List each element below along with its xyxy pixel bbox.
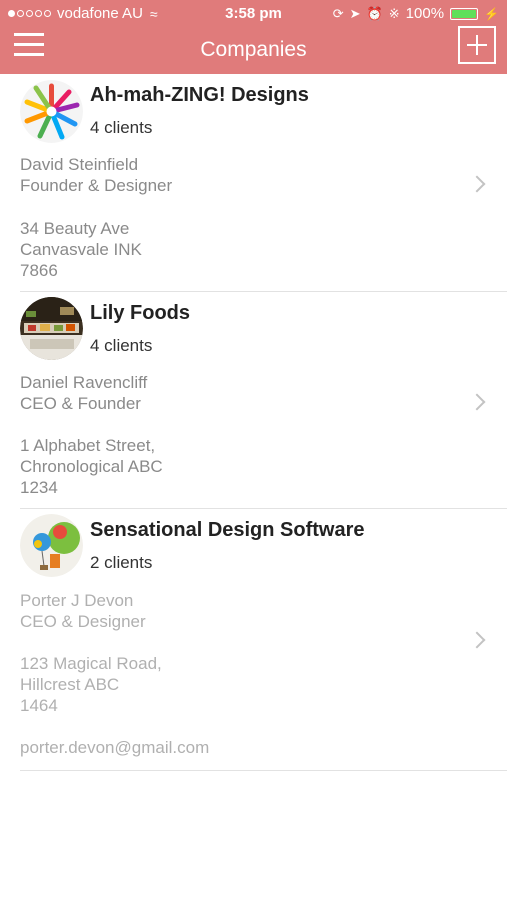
chevron-right-icon — [468, 631, 486, 649]
address-line-3: 1464 — [20, 696, 58, 715]
address-line-2: Chronological ABC — [20, 457, 163, 476]
contact-role: Founder & Designer — [20, 176, 173, 195]
address-line-3: 7866 — [20, 261, 58, 280]
status-right: ⟳ ➤ ⏰ ※ 100% ⚡ — [333, 5, 499, 22]
contact-email[interactable]: porter.devon@gmail.com — [20, 737, 209, 758]
company-logo — [20, 80, 83, 143]
location-icon: ➤ — [349, 5, 361, 21]
contact-role: CEO & Designer — [20, 612, 146, 631]
address-line-1: 34 Beauty Ave — [20, 219, 130, 238]
contact-name: David Steinfield — [20, 155, 139, 174]
company-logo — [20, 514, 83, 577]
contact-name: Porter J Devon — [20, 591, 134, 610]
address-line-1: 1 Alphabet Street, — [20, 436, 156, 455]
battery-icon — [450, 7, 479, 20]
battery-percentage: 100% — [405, 5, 445, 22]
address-line-1: 123 Magical Road, — [20, 654, 162, 673]
add-company-button[interactable] — [458, 26, 496, 64]
contact-role: CEO & Founder — [20, 394, 141, 413]
charging-icon: ⚡ — [484, 6, 499, 21]
divider — [20, 770, 507, 771]
status-bar: vodafone AU ≈ 3:58 pm ⟳ ➤ ⏰ ※ 100% ⚡ — [0, 0, 507, 28]
page-title: Companies — [200, 38, 307, 61]
company-logo — [20, 297, 83, 360]
alarm-icon: ⏰ — [366, 5, 383, 21]
client-count: 4 clients — [90, 336, 153, 355]
company-row[interactable]: Sensational Design Software 2 clients Po… — [0, 509, 507, 771]
company-name: Sensational Design Software — [90, 519, 365, 541]
chevron-right-icon — [468, 175, 486, 193]
chevron-right-icon — [468, 393, 486, 411]
address-line-3: 1234 — [20, 478, 58, 497]
company-row[interactable]: Ah-mah-ZING! Designs 4 clients David Ste… — [0, 74, 507, 292]
contact-name: Daniel Ravencliff — [20, 373, 148, 392]
address-line-2: Hillcrest ABC — [20, 675, 120, 694]
nav-header: vodafone AU ≈ 3:58 pm ⟳ ➤ ⏰ ※ 100% ⚡ Com… — [0, 0, 507, 74]
client-count: 2 clients — [90, 553, 153, 572]
company-name: Lily Foods — [90, 302, 190, 324]
client-count: 4 clients — [90, 118, 153, 137]
bluetooth-icon: ※ — [388, 5, 400, 21]
company-row[interactable]: Lily Foods 4 clients Daniel Ravencliff C… — [0, 292, 507, 509]
company-name: Ah-mah-ZING! Designs — [90, 84, 309, 106]
address-line-2: Canvasvale INK — [20, 240, 142, 259]
rotation-lock-icon: ⟳ — [332, 5, 344, 21]
